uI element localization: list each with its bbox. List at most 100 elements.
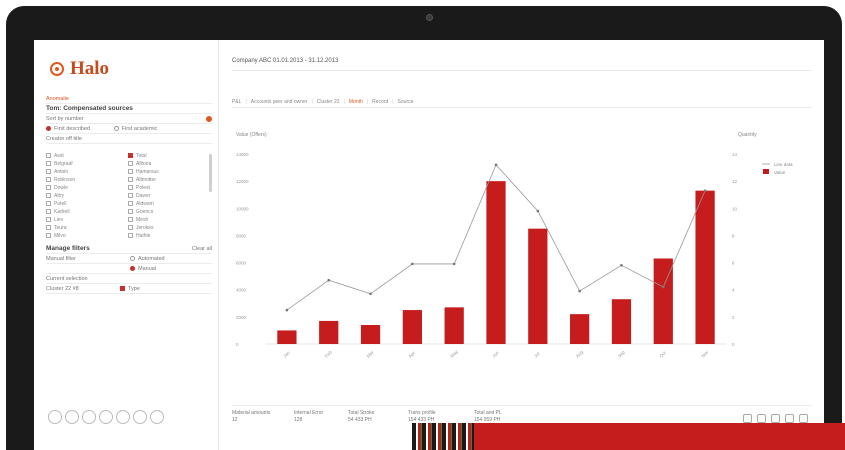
manual-option-row: Manual	[46, 264, 212, 274]
list-item[interactable]: Goencs	[128, 208, 204, 216]
list-item[interactable]: Alltoria	[128, 160, 204, 168]
share-icon[interactable]	[133, 410, 147, 424]
type-check-icon	[120, 286, 125, 292]
sort-radio-group: First described First academic	[46, 124, 212, 134]
share-icon[interactable]	[757, 414, 766, 423]
radio-automated[interactable]: Automated	[130, 254, 165, 264]
filter-subtitle: Tom: Compensated sources	[46, 104, 212, 114]
expand-icon[interactable]	[799, 414, 808, 423]
checkbox-icon	[46, 217, 51, 223]
y2-tick-label: 2	[732, 315, 735, 320]
y-axis-label: Value (Offers)	[236, 132, 267, 138]
list-item-label: Altry	[54, 193, 64, 199]
checkbox-icon	[128, 185, 133, 191]
bottom-toolbar	[48, 410, 164, 424]
line-point	[285, 308, 289, 312]
radio-manual[interactable]: Manual	[130, 266, 156, 272]
list-item[interactable]: Teura	[46, 224, 128, 232]
stat-material: Material amounts 12	[232, 410, 288, 424]
bar	[319, 320, 339, 344]
list-item[interactable]: Robinson	[46, 176, 128, 184]
breadcrumb-separator: |	[366, 99, 369, 105]
chart-icon[interactable]	[65, 410, 79, 424]
y-tick-label: 2000	[236, 315, 247, 320]
sort-toggle-icon[interactable]	[206, 116, 212, 122]
x-tick-label: Feb	[324, 349, 333, 358]
list-item[interactable]: Aldwam	[128, 200, 204, 208]
camera-icon	[426, 14, 433, 21]
halo-logo-icon	[50, 62, 64, 76]
breadcrumb-separator: |	[392, 99, 394, 105]
home-icon[interactable]	[48, 410, 62, 424]
x-tick-label: Mar	[366, 349, 375, 358]
list-item[interactable]: Belgraaf	[46, 160, 128, 168]
list-icon[interactable]	[82, 410, 96, 424]
chart-tools	[743, 414, 808, 423]
list-item-label: Goencs	[136, 209, 154, 215]
line-point	[620, 263, 623, 267]
list-item[interactable]: Mesh	[128, 216, 204, 224]
breadcrumb-item[interactable]: Month	[349, 99, 363, 105]
x-tick-label: Apr	[408, 350, 417, 359]
breadcrumb-item[interactable]: Cluster 22	[317, 99, 340, 105]
list-item[interactable]: Antoin	[46, 168, 128, 176]
checkbox-icon	[46, 193, 51, 199]
y-tick-label: 14000	[236, 152, 249, 157]
list-item-label: Altmotter	[136, 177, 157, 183]
radio-label: Manual	[138, 266, 157, 272]
list-item[interactable]: Jerokes	[128, 224, 204, 232]
stat-internal: Internal Error 128	[294, 410, 350, 424]
list-item[interactable]: Dowle	[46, 184, 128, 192]
sort-field[interactable]: Sort by number	[46, 114, 212, 124]
x-tick-label: May	[449, 349, 459, 359]
checkbox-icon	[46, 169, 51, 175]
list-item[interactable]: Kadrell	[46, 208, 128, 216]
radio-first-academic[interactable]: First academic	[113, 126, 157, 132]
stat-label: Internal Error	[294, 410, 324, 416]
line-point	[411, 262, 414, 266]
breadcrumb-item[interactable]: P&L	[232, 99, 241, 105]
radio-first-described[interactable]: First described	[46, 126, 90, 132]
breadcrumb-item[interactable]: Source	[398, 99, 414, 105]
checkbox-icon	[46, 153, 51, 159]
list-item[interactable]: Polest	[128, 184, 204, 192]
list-item[interactable]: Liev	[46, 216, 128, 224]
list-item-label: Asst	[54, 153, 64, 159]
list-item[interactable]: Asst	[46, 152, 128, 160]
breadcrumb-separator: |	[343, 99, 345, 105]
checkbox-icon	[46, 177, 51, 183]
y-tick-label: 4000	[236, 288, 247, 293]
settings-icon[interactable]	[785, 414, 794, 423]
y-tick-label: 0	[236, 342, 239, 347]
radio-off-icon	[130, 256, 135, 262]
section-anomalie[interactable]: Anomalie	[46, 94, 212, 104]
breadcrumb-item[interactable]: Record	[372, 99, 388, 105]
list-item[interactable]: Altry	[46, 192, 128, 200]
left-panel: Halo Anomalie Tom: Compensated sources S…	[34, 40, 219, 450]
x-tick-label: Aug	[575, 349, 585, 359]
settings-icon[interactable]	[150, 410, 164, 424]
stat-label: Total and PL	[474, 410, 502, 416]
grid-icon[interactable]	[99, 410, 113, 424]
list-item[interactable]: Hathle	[128, 232, 204, 240]
list-item[interactable]: Hamarsus	[128, 168, 204, 176]
radio-off-icon	[113, 126, 119, 132]
list-item[interactable]: Total	[128, 152, 204, 160]
list-item[interactable]: Milvo	[46, 232, 128, 240]
radio-on-icon	[46, 126, 51, 132]
list-item-label: Jerokes	[136, 225, 154, 231]
names-scrollbar[interactable]	[209, 154, 212, 192]
type-selector[interactable]: Type	[120, 284, 140, 294]
legend-label: Line data	[774, 162, 793, 167]
list-item[interactable]: Altmotter	[128, 176, 204, 184]
info-icon[interactable]	[116, 410, 130, 424]
list-item-label: Dowle	[54, 185, 68, 191]
list-item[interactable]: Potell	[46, 200, 128, 208]
clear-all-button[interactable]: Clear all	[192, 244, 212, 254]
title-divider	[232, 70, 812, 71]
list-item[interactable]: Dawer	[128, 192, 204, 200]
manual-filter-row: Manual filter Automated	[46, 254, 212, 264]
export-icon[interactable]	[743, 414, 752, 423]
print-icon[interactable]	[771, 414, 780, 423]
breadcrumb-item[interactable]: Accounts peer and owner	[251, 99, 308, 105]
